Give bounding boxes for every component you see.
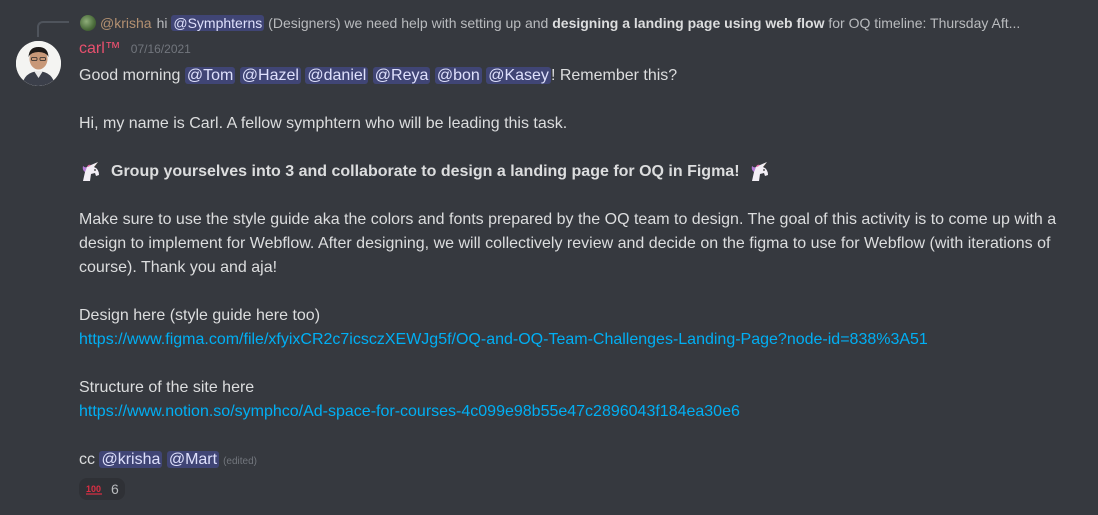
reaction-button[interactable]: 100 6	[79, 478, 125, 500]
chat-message: @krisha hi @Symphterns (Designers) we ne…	[0, 0, 1098, 515]
user-avatar[interactable]	[16, 41, 61, 86]
message-content: Good morning @Tom @Hazel @daniel @Reya @…	[79, 64, 1079, 504]
svg-text:100: 100	[86, 484, 101, 494]
design-label: Design here (style guide here too)	[79, 307, 321, 324]
reply-author[interactable]: @krisha	[100, 15, 152, 31]
message-header: carl™ 07/16/2021	[79, 40, 191, 62]
username[interactable]: carl™	[79, 40, 121, 58]
reaction-count: 6	[111, 481, 119, 497]
mention-daniel[interactable]: @daniel	[305, 67, 369, 84]
mention-tom[interactable]: @Tom	[184, 67, 236, 84]
reply-mention[interactable]: @Symphterns	[171, 15, 265, 31]
structure-label: Structure of the site here	[79, 379, 255, 396]
reply-text-part: (Designers) we need help with setting up…	[264, 15, 553, 31]
intro-text: Hi, my name is Carl. A fellow symphtern …	[79, 115, 568, 132]
fire-100-icon: 100	[86, 484, 102, 495]
reply-text[interactable]: hi @Symphterns (Designers) we need help …	[156, 15, 1021, 31]
mention-reya[interactable]: @Reya	[372, 67, 431, 84]
reply-connector	[37, 21, 69, 37]
reply-avatar[interactable]	[80, 15, 96, 31]
greeting-text: Good morning	[79, 67, 185, 84]
greeting-suffix: ! Remember this?	[550, 67, 678, 84]
greeting-line: Good morning @Tom @Hazel @daniel @Reya @…	[79, 64, 1079, 88]
mention-mart[interactable]: @Mart	[166, 451, 220, 468]
figma-link[interactable]: https://www.figma.com/file/xfyixCR2c7ics…	[79, 331, 928, 348]
mention-kasey[interactable]: @Kasey	[486, 67, 551, 84]
mention-hazel[interactable]: @Hazel	[239, 67, 301, 84]
reply-text-part: hi	[156, 15, 172, 31]
task-heading: Group yourselves into 3 and collaborate …	[79, 160, 1079, 184]
cc-line: cc @krisha @Mart (edited)	[79, 448, 1079, 474]
reply-bold-text: designing a landing page using web flow	[552, 15, 825, 31]
instructions-paragraph: Make sure to use the style guide aka the…	[79, 211, 1057, 276]
notion-link[interactable]: https://www.notion.so/symphco/Ad-space-f…	[79, 403, 740, 420]
unicorn-icon[interactable]	[79, 161, 103, 183]
cc-text: cc	[79, 451, 100, 468]
reply-preview[interactable]: @krisha hi @Symphterns (Designers) we ne…	[80, 12, 1088, 34]
unicorn-icon[interactable]	[748, 161, 772, 183]
mention-krisha[interactable]: @krisha	[99, 451, 163, 468]
avatar-image	[16, 41, 61, 86]
timestamp[interactable]: 07/16/2021	[131, 42, 191, 56]
mention-bon[interactable]: @bon	[434, 67, 482, 84]
task-heading-text: Group yourselves into 3 and collaborate …	[111, 163, 740, 180]
edited-label: (edited)	[223, 456, 257, 467]
reply-text-part: for OQ timeline: Thursday Aft...	[824, 15, 1021, 31]
